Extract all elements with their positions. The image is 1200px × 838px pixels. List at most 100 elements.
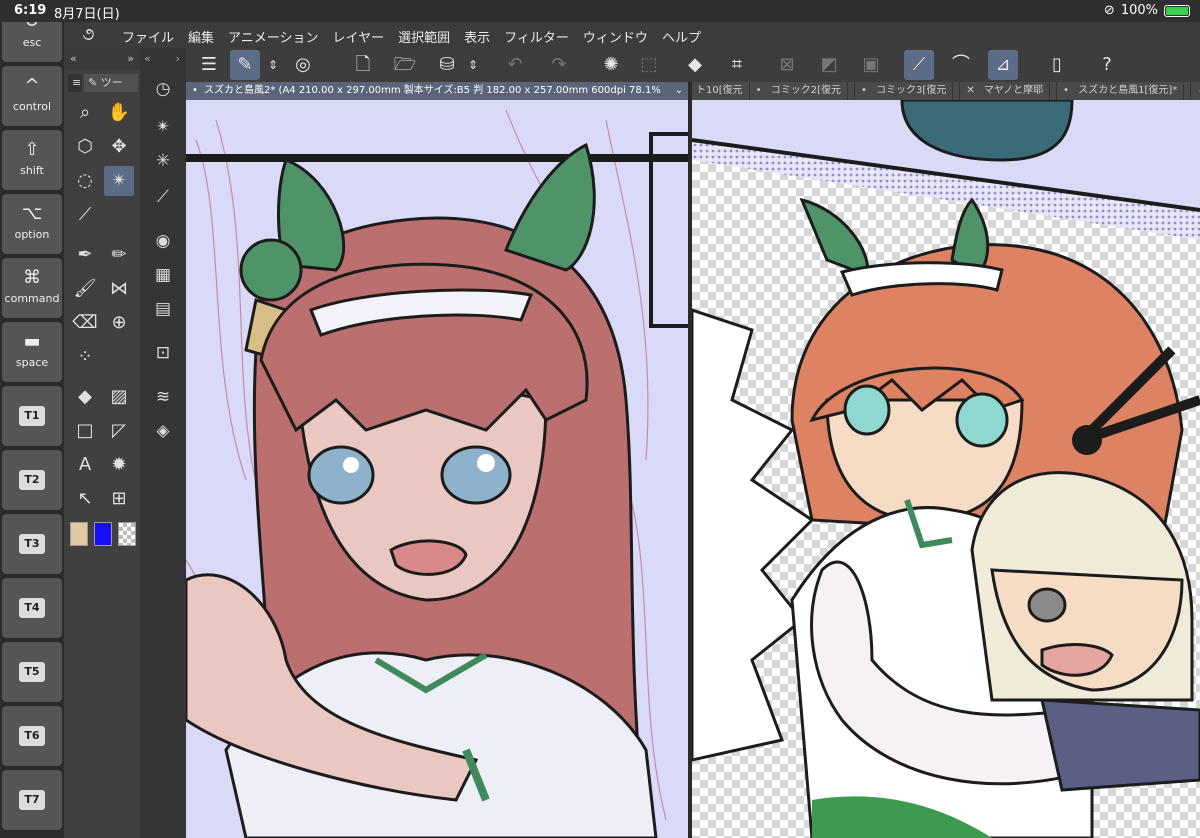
lasso-icon[interactable]: ◌: [70, 166, 100, 196]
fill-icon[interactable]: ◆: [70, 382, 100, 412]
chevron-down-icon[interactable]: ⌄: [1191, 82, 1200, 100]
menu-selection[interactable]: 選択範囲: [398, 27, 450, 46]
blend-icon[interactable]: ⊕: [104, 308, 134, 338]
status-bar: 6:19 8月7日(日) ⊘ 100%: [0, 0, 1200, 22]
decoration-icon[interactable]: ⋈: [104, 274, 134, 304]
companion-device-icon[interactable]: ▯: [1042, 50, 1072, 80]
t7-key[interactable]: T7: [2, 770, 62, 830]
material-icon[interactable]: ⊡: [148, 338, 178, 368]
text-icon[interactable]: A: [70, 450, 100, 480]
menu-view[interactable]: 表示: [464, 27, 490, 46]
pencil-icon[interactable]: ✏: [104, 240, 134, 270]
ruler-icon[interactable]: ⊞: [104, 484, 134, 514]
control-key[interactable]: ^ control: [2, 66, 62, 126]
t2-key[interactable]: T2: [2, 450, 62, 510]
clip-studio-logo-icon[interactable]: ૭: [82, 24, 95, 45]
frame-icon[interactable]: ▣: [856, 50, 886, 80]
tab-document[interactable]: • スズカと島風1[復元]*: [1057, 82, 1192, 100]
open-folder-icon[interactable]: 🗁: [390, 50, 420, 80]
menu-help[interactable]: ヘルプ: [662, 27, 701, 46]
balloon-icon[interactable]: ✹: [104, 450, 134, 480]
pen-icon[interactable]: ✒: [70, 240, 100, 270]
updown-arrows-icon[interactable]: ⇕: [266, 50, 280, 80]
transform-icon[interactable]: ⌗: [722, 50, 752, 80]
airbrush-icon[interactable]: ⁘: [70, 342, 100, 372]
layer-property-icon[interactable]: ≋: [148, 382, 178, 412]
color-wheel-icon[interactable]: ◉: [148, 226, 178, 256]
sub-palette-column: « › ◷ ✴ ✳ ⟋ ◉ ▦ ▤ ⊡ ≋ ◈: [140, 48, 186, 838]
edit-mode-icon[interactable]: ✎: [230, 50, 260, 80]
canvas-left[interactable]: [186, 100, 688, 838]
space-key[interactable]: ▬ space: [2, 322, 62, 382]
operation-icon[interactable]: ↖: [70, 484, 100, 514]
navigator-icon[interactable]: ◷: [148, 74, 178, 104]
t4-key[interactable]: T4: [2, 578, 62, 638]
new-document-icon[interactable]: 🗋: [348, 50, 378, 80]
menu-window[interactable]: ウィンドウ: [583, 27, 648, 46]
hamburger-menu-icon[interactable]: ☰: [194, 50, 224, 80]
brush-icon[interactable]: 🖌: [70, 274, 100, 304]
clear-selection-icon[interactable]: ⬚: [634, 50, 664, 80]
layers-icon[interactable]: ◈: [148, 416, 178, 446]
eyedropper-icon[interactable]: ⟋: [70, 200, 100, 230]
command-key[interactable]: ⌘ command: [2, 258, 62, 318]
move-icon[interactable]: ✥: [104, 132, 134, 162]
color-set-icon[interactable]: ▦: [148, 260, 178, 290]
tone-icon[interactable]: ◩: [814, 50, 844, 80]
hide-selection-icon[interactable]: ⊠: [772, 50, 802, 80]
expand-right-icon[interactable]: ›: [176, 52, 180, 65]
t6-key[interactable]: T6: [2, 706, 62, 766]
menu-animation[interactable]: アニメーション: [228, 27, 318, 46]
option-key[interactable]: ⌥ option: [2, 194, 62, 254]
status-right: ⊘ 100%: [1104, 3, 1190, 18]
gradient-icon[interactable]: ▨: [104, 382, 134, 412]
tab-active-document[interactable]: • スズカと島風2* (A4 210.00 x 297.00mm 製本サイズ:B…: [186, 82, 688, 100]
battery-icon: [1164, 4, 1190, 17]
zoom-icon[interactable]: ⌕: [70, 98, 100, 128]
help-icon[interactable]: ?: [1092, 50, 1122, 80]
chevron-down-icon[interactable]: ⌄: [672, 82, 686, 100]
pen-pressure-icon[interactable]: ⟋: [904, 50, 934, 80]
loading-spinner-icon[interactable]: ✺: [596, 50, 626, 80]
tab-tool[interactable]: ✎ ツー: [84, 74, 138, 92]
eraser-icon[interactable]: ⌫: [70, 308, 100, 338]
pen-tab-icon: ✎: [88, 76, 98, 89]
tab-document[interactable]: • コミック3[復元: [855, 82, 961, 100]
collapse-left-icon[interactable]: «: [144, 52, 151, 65]
frame-border-icon[interactable]: ◸: [104, 416, 134, 446]
expand-icon[interactable]: »: [127, 52, 134, 65]
collapse-left-icon[interactable]: «: [70, 52, 77, 65]
tab-document[interactable]: • コミック2[復元: [750, 82, 855, 100]
brush-size-icon[interactable]: ⟋: [148, 182, 178, 212]
tab-document[interactable]: ✕ マヤノと摩耶: [960, 82, 1058, 100]
save-options-arrows-icon[interactable]: ⇕: [466, 50, 480, 80]
menu-edit[interactable]: 編集: [188, 27, 214, 46]
sub-tool-icon[interactable]: ✴: [148, 112, 178, 142]
brush-stabilizer-icon[interactable]: ⌒: [946, 50, 976, 80]
animation-timeline-icon[interactable]: ▤: [148, 294, 178, 324]
menu-layer[interactable]: レイヤー: [333, 27, 385, 46]
sub-color-swatch[interactable]: [94, 522, 112, 546]
t3-key[interactable]: T3: [2, 514, 62, 574]
canvas-right[interactable]: [692, 100, 1200, 838]
menu-file[interactable]: ファイル: [122, 27, 174, 46]
shift-key[interactable]: ⇧ shift: [2, 130, 62, 190]
undo-icon[interactable]: ↶: [500, 50, 530, 80]
t1-key[interactable]: T1: [2, 386, 62, 446]
menu-filter[interactable]: フィルター: [504, 27, 569, 46]
main-color-swatch[interactable]: [70, 522, 88, 546]
redo-icon[interactable]: ↷: [544, 50, 574, 80]
palette-menu-icon[interactable]: ≡: [68, 74, 82, 92]
ruler-snap-icon[interactable]: ⊿: [988, 50, 1018, 80]
hand-icon[interactable]: ✋: [104, 98, 134, 128]
transparent-color-swatch[interactable]: [118, 522, 136, 546]
tool-property-icon[interactable]: ✳: [148, 146, 178, 176]
save-icon[interactable]: ⛁: [432, 50, 462, 80]
fill-bucket-icon[interactable]: ◆: [680, 50, 710, 80]
rectangle-icon[interactable]: □: [70, 416, 100, 446]
t5-key[interactable]: T5: [2, 642, 62, 702]
object-select-icon[interactable]: ⬡: [70, 132, 100, 162]
tab-document[interactable]: ト10[復元: [690, 82, 750, 100]
magic-wand-icon[interactable]: ✴: [104, 166, 134, 196]
clip-studio-swirl-icon[interactable]: ◎: [288, 50, 318, 80]
